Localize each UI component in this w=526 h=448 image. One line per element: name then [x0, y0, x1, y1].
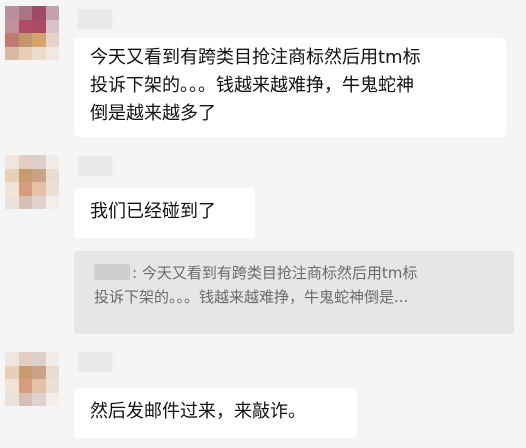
sender-name — [78, 352, 112, 372]
message-text: 我们已经碰到了 — [90, 201, 216, 222]
message-text: 投诉下架的。。。钱越来越难挣，牛鬼蛇神 — [90, 75, 414, 96]
message-text: 然后发邮件过来，来敲诈。 — [90, 401, 306, 422]
message-bubble[interactable]: 今天又看到有跨类目抢注商标然后用tm标 投诉下架的。。。钱越来越难挣，牛鬼蛇神 … — [74, 38, 506, 137]
sender-name — [78, 9, 112, 29]
quote-separator: : — [132, 264, 142, 282]
quote-first-line: : 今天又看到有跨类目抢注商标然后用tm标 — [94, 261, 502, 285]
message-text: 今天又看到有跨类目抢注商标然后用tm标 — [90, 47, 421, 68]
message-bubble[interactable]: 我们已经碰到了 — [74, 188, 255, 238]
avatar[interactable] — [5, 352, 59, 406]
message-text: 倒是越来越多了 — [90, 103, 216, 124]
quote-text: 今天又看到有跨类目抢注商标然后用tm标 — [141, 264, 418, 282]
quote-text: 投诉下架的。。。钱越来越难挣，牛鬼蛇神倒是... — [94, 288, 409, 306]
message-bubble[interactable]: 然后发邮件过来，来敲诈。 — [74, 388, 357, 438]
avatar[interactable] — [5, 155, 59, 209]
sender-name — [78, 156, 112, 176]
avatar[interactable] — [5, 6, 59, 60]
quote-author — [94, 264, 130, 280]
quoted-message[interactable]: : 今天又看到有跨类目抢注商标然后用tm标 投诉下架的。。。钱越来越难挣，牛鬼蛇… — [74, 251, 514, 334]
